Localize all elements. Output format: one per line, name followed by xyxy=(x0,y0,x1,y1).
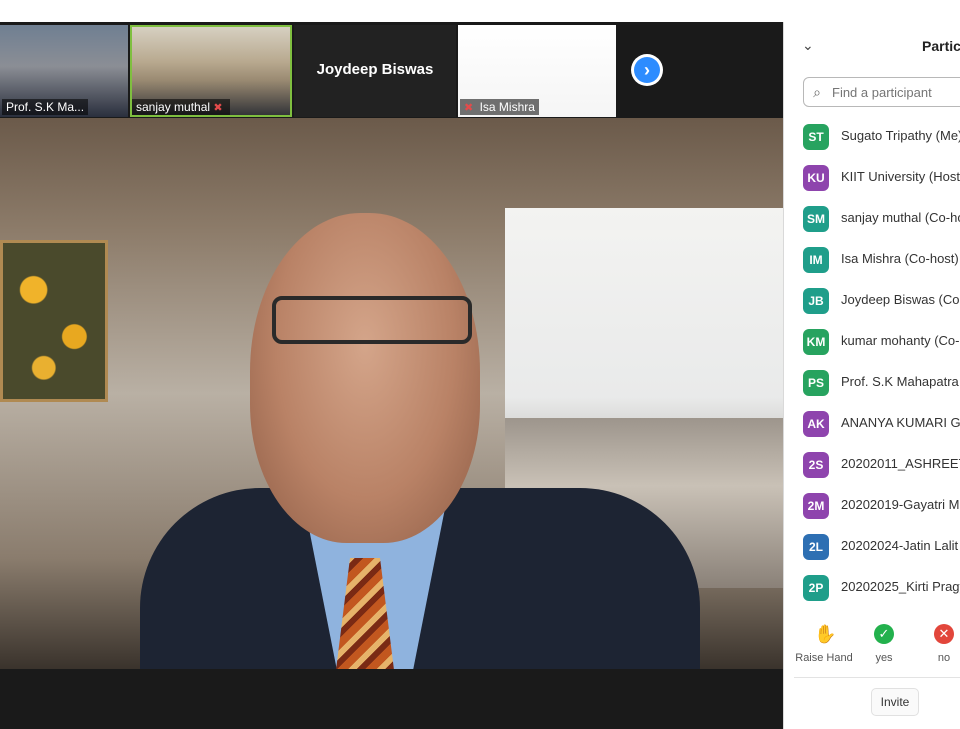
meeting-bottom-bar xyxy=(0,669,783,729)
search-input[interactable] xyxy=(830,83,960,101)
participant-row[interactable]: ST Sugato Tripathy (Me) xyxy=(784,116,960,157)
participants-panel: ⌄ Participants ⌕ ST Sugato Tripathy (Me)… xyxy=(783,22,960,729)
avatar: PS xyxy=(803,370,829,396)
raise-hand-button[interactable]: ✋ Raise Hand xyxy=(794,624,854,666)
participant-name: 20202019-Gayatri Mohanty xyxy=(841,497,960,512)
avatar: KU xyxy=(803,165,829,191)
search-icon: ⌕ xyxy=(813,83,821,100)
next-page-button[interactable]: › xyxy=(631,54,663,86)
avatar: 2P xyxy=(803,575,829,601)
wall-painting xyxy=(0,240,108,402)
invite-button[interactable]: Invite xyxy=(871,688,919,716)
yes-button[interactable]: ✓ yes xyxy=(854,624,914,666)
avatar: SM xyxy=(803,206,829,232)
participant-name: Joydeep Biswas (Co-host) xyxy=(841,292,960,307)
participant-row[interactable]: 2L 20202024-Jatin Lalit Kumar xyxy=(784,526,960,567)
participant-row[interactable]: 2S 20202011_ASHREET SAHOO xyxy=(784,444,960,485)
gallery-strip: Prof. S.K Ma... sanjay muthal ✖ Joydeep … xyxy=(0,22,783,118)
divider xyxy=(794,677,960,678)
avatar: 2L xyxy=(803,534,829,560)
avatar: KM xyxy=(803,329,829,355)
participant-name: 20202025_Kirti Pragya xyxy=(841,579,960,594)
avatar: ST xyxy=(803,124,829,150)
participant-name: 20202024-Jatin Lalit Kumar xyxy=(841,538,960,553)
participant-row[interactable]: 2M 20202019-Gayatri Mohanty xyxy=(784,485,960,526)
participant-name: kumar mohanty (Co-host) xyxy=(841,333,960,348)
speaker-glasses xyxy=(272,296,472,344)
chevron-down-icon[interactable]: ⌄ xyxy=(802,37,814,54)
participant-name: 20202011_ASHREET SAHOO xyxy=(841,456,960,471)
avatar: JB xyxy=(803,288,829,314)
avatar: IM xyxy=(803,247,829,273)
participant-search[interactable]: ⌕ xyxy=(803,77,960,107)
speaker-head xyxy=(250,213,480,543)
mic-muted-icon: ✖ xyxy=(464,102,474,114)
participant-row[interactable]: JB Joydeep Biswas (Co-host) xyxy=(784,280,960,321)
video-thumbnail-active[interactable]: sanjay muthal ✖ xyxy=(130,25,292,117)
participant-row[interactable]: 2P 20202025_Kirti Pragya xyxy=(784,567,960,608)
reaction-label: no xyxy=(937,652,951,664)
participant-row[interactable]: IM Isa Mishra (Co-host) xyxy=(784,239,960,280)
participant-name: sanjay muthal (Co-host) xyxy=(841,210,960,225)
participant-row[interactable]: KM kumar mohanty (Co-host) xyxy=(784,321,960,362)
nonverbal-feedback-bar: ✋ Raise Hand ✓ yes ✕ no xyxy=(784,618,960,670)
participant-name-label: Joydeep Biswas xyxy=(316,61,434,78)
participant-row[interactable]: AK ANANYA KUMARI GUPTA xyxy=(784,403,960,444)
panel-title: Participants xyxy=(922,38,960,54)
avatar: 2S xyxy=(803,452,829,478)
no-button[interactable]: ✕ no xyxy=(914,624,960,666)
x-icon: ✕ xyxy=(934,624,954,644)
participant-name-label: sanjay muthal ✖ xyxy=(132,99,230,115)
participant-list: ST Sugato Tripathy (Me) KU KIIT Universi… xyxy=(784,116,960,608)
participant-name-label: Prof. S.K Ma... xyxy=(2,99,89,115)
meeting-view: Prof. S.K Ma... sanjay muthal ✖ Joydeep … xyxy=(0,22,783,729)
participant-name: KIIT University (Host) xyxy=(841,169,960,184)
avatar: 2M xyxy=(803,493,829,519)
participant-row[interactable]: SM sanjay muthal (Co-host) xyxy=(784,198,960,239)
participant-row[interactable]: PS Prof. S.K Mahapatra xyxy=(784,362,960,403)
video-thumbnail[interactable]: ✖ Isa Mishra xyxy=(458,25,616,117)
active-speaker-video xyxy=(0,118,783,669)
panel-header: ⌄ Participants xyxy=(784,22,960,72)
participant-name: Isa Mishra (Co-host) xyxy=(841,251,959,266)
reaction-label: Raise Hand xyxy=(795,652,853,664)
avatar: AK xyxy=(803,411,829,437)
check-icon: ✓ xyxy=(874,624,894,644)
chevron-right-icon: › xyxy=(634,57,660,83)
participant-name: ANANYA KUMARI GUPTA xyxy=(841,415,960,430)
video-thumbnail-no-video[interactable]: Joydeep Biswas xyxy=(294,25,456,117)
participant-name: Prof. S.K Mahapatra xyxy=(841,374,959,389)
raise-hand-icon: ✋ xyxy=(814,624,837,644)
participant-row[interactable]: KU KIIT University (Host) xyxy=(784,157,960,198)
video-thumbnail[interactable]: Prof. S.K Ma... xyxy=(0,25,128,117)
mic-muted-icon: ✖ xyxy=(213,102,223,114)
participant-name: Sugato Tripathy (Me) xyxy=(841,128,960,143)
participant-name-label: ✖ Isa Mishra xyxy=(460,99,539,115)
reaction-label: yes xyxy=(875,652,893,664)
